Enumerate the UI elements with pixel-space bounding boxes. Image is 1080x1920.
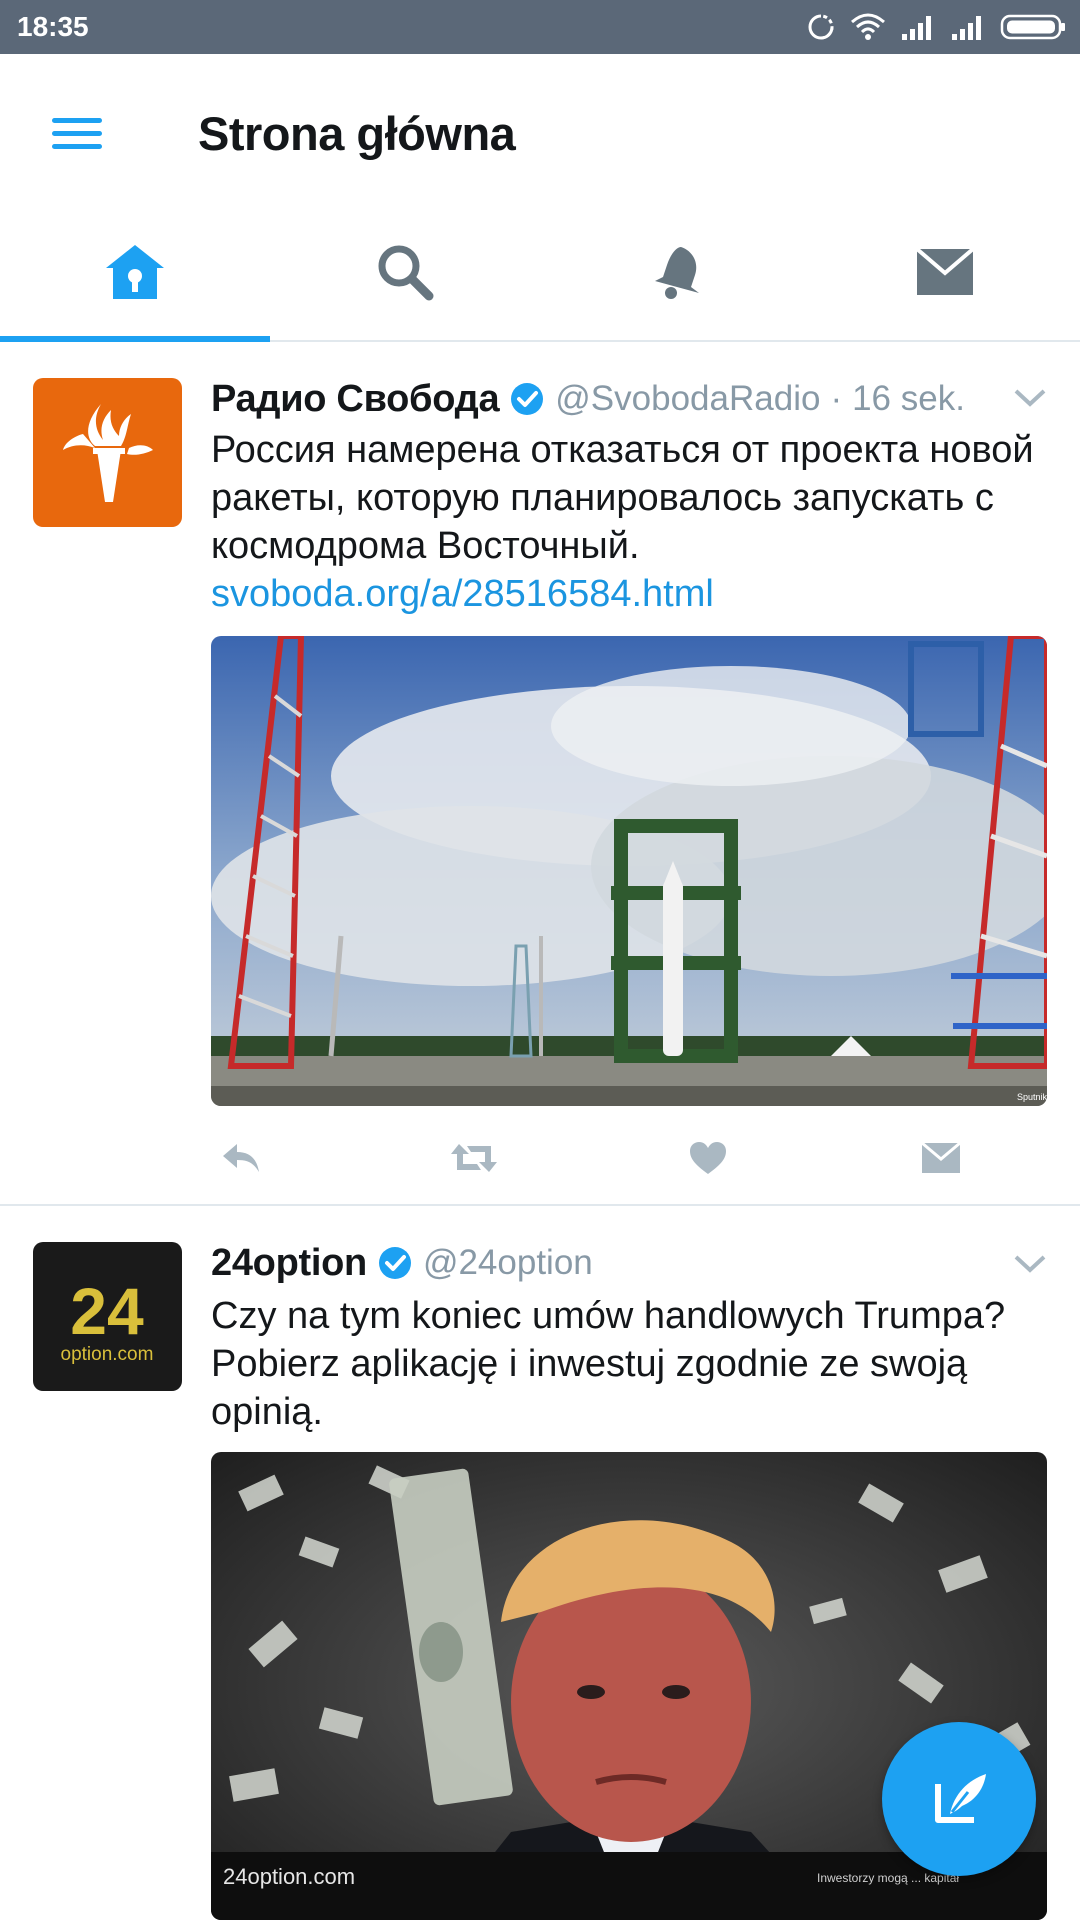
tab-notifications[interactable] [540,204,810,340]
retweet-icon [451,1144,498,1172]
heart-icon [689,1142,726,1174]
page-title: Strona główna [198,107,516,160]
24option-logo: 24 option.com [61,1274,154,1365]
tweet-actions [211,1130,971,1186]
author-handle: @24option [422,1243,593,1282]
hamburger-icon [52,118,102,149]
verified-badge-icon [377,1245,413,1281]
sync-icon [808,14,834,40]
wifi-icon [851,13,885,40]
menu-button[interactable] [40,102,114,162]
compose-icon [935,1774,986,1823]
avatar[interactable]: 24 option.com [33,1242,182,1391]
home-icon [106,245,164,299]
avatar-logo-text: 24 [70,1274,144,1348]
tweet-text-block: Россия намерена отказаться от проекта но… [211,426,1051,618]
chevron-down-icon [1014,389,1046,407]
tab-search[interactable] [270,204,540,340]
status-time: 18:35 [17,11,89,42]
tab-home[interactable] [0,204,270,342]
signal-icon-2 [952,16,981,40]
rocket-launch-photo: Sputnik [211,636,1047,1106]
direct-message-button[interactable] [911,1130,971,1186]
avatar[interactable] [33,378,182,527]
author-name[interactable]: 24option [211,1242,367,1285]
tweet-header: 24option @24option [211,1238,1011,1288]
tweet-time: 16 sek. [852,379,965,418]
status-bar: 18:35 [0,0,1080,54]
author-handle: @SvobodaRadio [555,379,821,418]
bell-icon [655,247,699,299]
chevron-down-icon [1014,1255,1046,1273]
signal-icon [902,16,931,40]
tweet-text: Czy na tym koniec umów handlowych Trumpa… [211,1295,1006,1433]
tweet-link[interactable]: svoboda.org/a/28516584.html [211,570,1051,618]
media-credit: Sputnik [1017,1092,1047,1102]
app-bar: Strona główna [0,54,1080,204]
tab-messages[interactable] [810,204,1080,340]
tab-bar [0,204,1080,342]
tweet-media[interactable]: Sputnik [211,636,1047,1106]
battery-icon [1000,14,1065,40]
author-name[interactable]: Радио Свобода [211,378,500,421]
envelope-icon [915,247,975,295]
tweet-header: Радио Свобода @SvobodaRadio · 16 sek. [211,374,1011,424]
verified-badge-icon [509,381,545,417]
separator-dot: · [830,379,843,418]
envelope-icon [921,1141,961,1173]
tweet-text: Россия намерена отказаться от проекта но… [211,429,1034,567]
tweet[interactable]: Радио Свобода @SvobodaRadio · 16 sek. Ро… [0,340,1080,1206]
avatar-logo-subtext: option.com [61,1344,154,1365]
torch-logo-icon [63,404,153,502]
search-icon [378,245,434,301]
tweet-menu-button[interactable] [1010,382,1050,412]
tweet-menu-button[interactable] [1010,1248,1050,1278]
tweet-text-block: Czy na tym koniec umów handlowych Trumpa… [211,1292,1051,1436]
media-brand: 24option.com [223,1864,355,1889]
retweet-button[interactable] [444,1130,504,1186]
reply-icon [223,1144,259,1172]
like-button[interactable] [678,1130,738,1186]
compose-tweet-button[interactable] [882,1722,1036,1876]
reply-button[interactable] [211,1130,271,1186]
